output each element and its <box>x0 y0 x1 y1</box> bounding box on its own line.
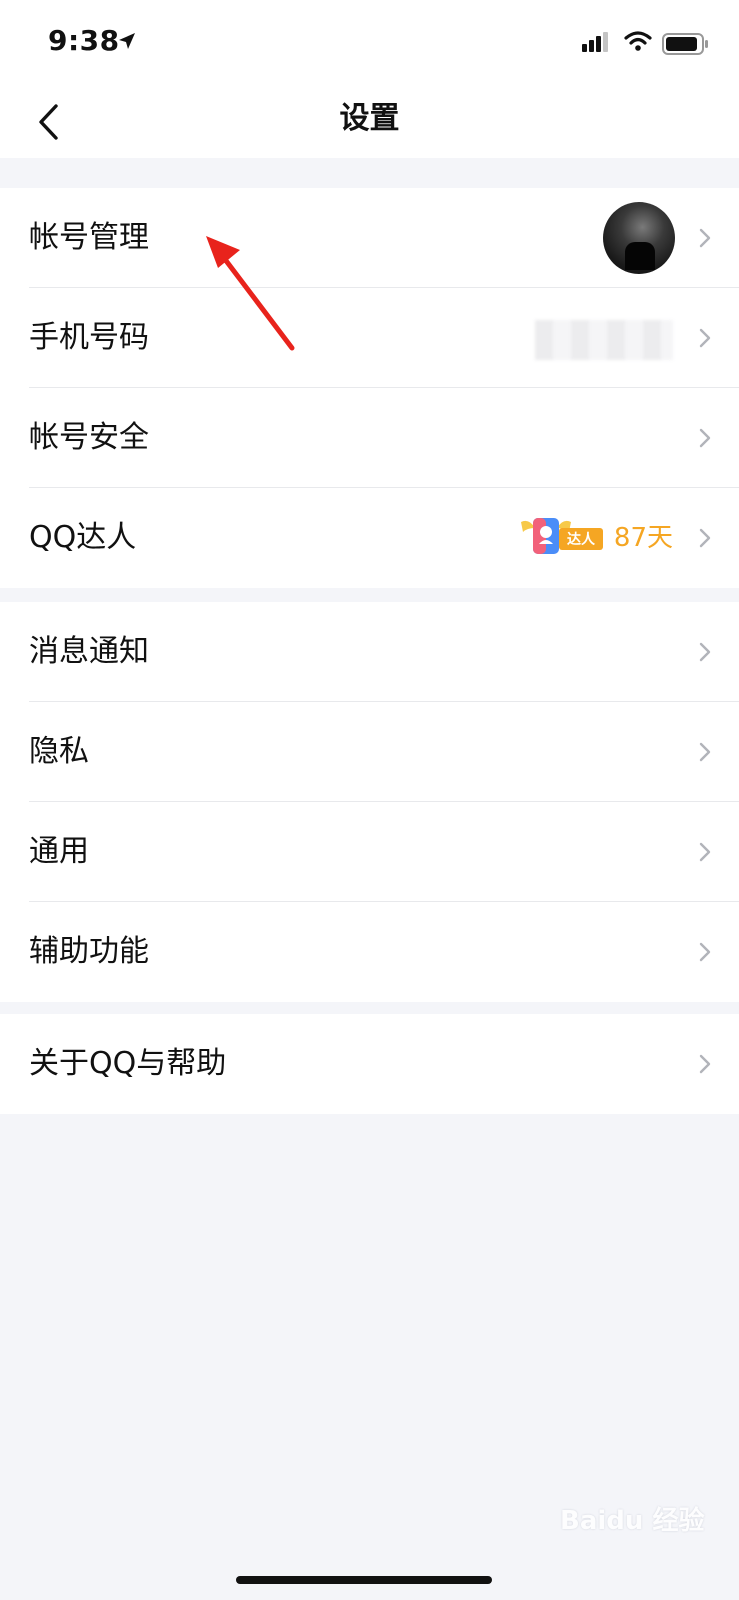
row-account-security[interactable]: 帐号安全 <box>0 388 739 488</box>
nav-bar: 设置 <box>0 88 739 158</box>
watermark: Baidu 经验 <box>560 1506 705 1536</box>
daren-badge-icon: 达人 <box>521 518 603 554</box>
row-phone-number[interactable]: 手机号码 <box>0 288 739 388</box>
row-label: 关于QQ与帮助 <box>29 1046 227 1081</box>
chevron-right-icon <box>699 428 711 448</box>
row-label: 消息通知 <box>29 634 149 669</box>
row-label: 通用 <box>29 834 89 869</box>
chevron-right-icon <box>699 842 711 862</box>
row-label: 手机号码 <box>29 320 149 355</box>
annotation-arrow-icon <box>206 236 295 351</box>
chevron-right-icon <box>699 328 711 348</box>
row-general[interactable]: 通用 <box>0 802 739 902</box>
chevron-right-icon <box>699 1054 711 1074</box>
settings-group-account: 帐号管理 手机号码 帐号安全 QQ达人 达人 87天 <box>0 188 739 588</box>
row-about-qq-help[interactable]: 关于QQ与帮助 <box>0 1014 739 1114</box>
row-label: QQ达人 <box>29 520 137 555</box>
daren-badge-text: 达人 <box>567 531 596 548</box>
settings-group-about: 关于QQ与帮助 <box>0 1014 739 1114</box>
row-label: 帐号安全 <box>29 420 149 455</box>
row-accessibility[interactable]: 辅助功能 <box>0 902 739 1002</box>
settings-group-general: 消息通知 隐私 通用 辅助功能 <box>0 602 739 1002</box>
chevron-right-icon <box>699 742 711 762</box>
chevron-left-icon <box>39 104 58 140</box>
row-message-notification[interactable]: 消息通知 <box>0 602 739 702</box>
chevron-right-icon <box>699 942 711 962</box>
phone-number-masked <box>535 320 673 360</box>
location-arrow-icon <box>119 33 135 49</box>
row-privacy[interactable]: 隐私 <box>0 702 739 802</box>
avatar <box>603 202 675 274</box>
chevron-right-icon <box>699 642 711 662</box>
row-label: 帐号管理 <box>29 220 149 255</box>
cellular-signal-icon <box>582 32 608 52</box>
wifi-icon <box>624 31 652 51</box>
status-time: 9:38 <box>48 24 120 57</box>
page-title: 设置 <box>339 101 400 136</box>
row-account-management[interactable]: 帐号管理 <box>0 188 739 288</box>
back-button[interactable] <box>20 94 76 150</box>
row-label: 辅助功能 <box>29 934 149 969</box>
row-qq-daren[interactable]: QQ达人 达人 87天 <box>0 488 739 588</box>
row-label: 隐私 <box>29 734 89 769</box>
status-bar: 9:38 <box>0 0 739 88</box>
daren-days: 87天 <box>613 523 673 553</box>
home-indicator <box>236 1576 492 1584</box>
chevron-right-icon <box>699 528 711 548</box>
chevron-right-icon <box>699 228 711 248</box>
battery-icon <box>662 33 708 55</box>
